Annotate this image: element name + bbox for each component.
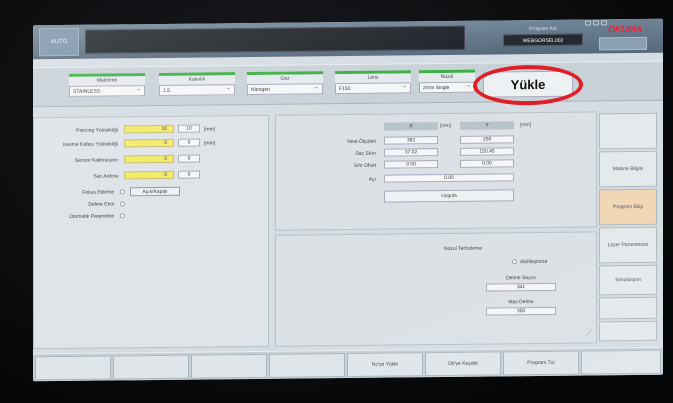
status-panel	[599, 36, 647, 51]
param-label: Sensor Kalibrasyon	[74, 157, 118, 164]
y-value[interactable]: 258	[460, 135, 514, 144]
field-value[interactable]: Nitrogen	[247, 83, 323, 96]
row-label: Sıfır Ofset	[353, 162, 376, 169]
nozzle-select[interactable]: Nozul 2mm Single	[419, 69, 475, 94]
param-row: Sensor Kalibrasyon 0 0	[34, 154, 270, 166]
y-column-header: Y	[460, 121, 514, 130]
y-value[interactable]: 0.00	[460, 159, 514, 168]
param-sub-value[interactable]: 10	[178, 124, 200, 133]
sheet-zero-row: Sac Sıfırı 37.02 150.45	[276, 146, 598, 159]
param-unit: [mm]	[204, 126, 216, 133]
side-menu-laser-params[interactable]: Lazer Parametresi	[599, 226, 657, 264]
auto-param-row: Otomatik Parametre	[34, 210, 270, 222]
param-label: Piercing Yüksekliği	[76, 127, 118, 134]
program-hold-button[interactable]: Program Tut	[503, 350, 579, 376]
param-row: Sac Ardına 0 0	[34, 170, 270, 182]
activate-radio[interactable]	[512, 259, 517, 265]
param-main-value[interactable]: 0	[124, 154, 174, 164]
param-main-value[interactable]: 0	[124, 138, 174, 148]
focus-row: Fokus Ekleme Açık/Kapalı	[34, 186, 270, 198]
softkey[interactable]	[269, 353, 345, 378]
material-config-strip: Malzeme STAINLESS Kalınlık 1.5 Gaz Nitro…	[33, 60, 663, 108]
side-menu: Makine Bilgisi Program Bilgi Lazer Param…	[599, 111, 663, 344]
highlight-ring	[473, 64, 583, 106]
max-pierce-label: Max Delme	[508, 299, 534, 306]
param-unit: [mm]	[204, 140, 216, 147]
hmi-screen: AUTO Program Adı WEBGORSEL002 OKUMA Malz…	[33, 18, 663, 382]
focus-toggle-button[interactable]: Açık/Kapalı	[130, 186, 180, 197]
pierce-count-value: 341	[486, 282, 556, 292]
apply-button[interactable]: Uygula	[384, 189, 514, 203]
param-sub-value[interactable]: 0	[178, 154, 200, 163]
softkey[interactable]	[581, 349, 661, 375]
x-value[interactable]: 362	[384, 136, 438, 145]
nest-size-row: Nest Ölçüleri 362 258	[276, 134, 598, 147]
side-menu-item[interactable]	[599, 296, 657, 320]
load-to-nc-button[interactable]: Nc'ye Yükle	[347, 352, 423, 378]
x-value[interactable]: 37.02	[384, 148, 438, 157]
param-label: Sac Ardına	[93, 173, 118, 180]
mode-button[interactable]: AUTO	[39, 27, 79, 57]
gas-select[interactable]: Gaz Nitrogen	[247, 71, 323, 96]
sheet-position-panel: X [mm] Y [mm] Nest Ölçüleri 362 258 Sac …	[275, 111, 598, 231]
side-menu-item[interactable]	[599, 112, 657, 150]
angle-value[interactable]: 0.00	[384, 173, 514, 183]
x-value[interactable]: 0.00	[384, 160, 438, 169]
activate-label: Aktifleştirme	[520, 258, 548, 266]
field-value[interactable]: STAINLESS	[69, 85, 145, 97]
delme-label: Delme Ekol	[88, 201, 114, 208]
param-main-value[interactable]: 0	[124, 170, 174, 180]
y-value[interactable]: 150.45	[460, 147, 514, 156]
softkey[interactable]	[113, 354, 189, 380]
param-main-value[interactable]: 16	[124, 124, 174, 134]
lens-select[interactable]: Lens F150	[335, 70, 411, 95]
save-to-db-button[interactable]: Db'ye Kaydet	[425, 351, 501, 377]
param-row: Kesme Kafası Yüksekliği 0 0 [mm]	[34, 138, 270, 150]
max-pierce-value[interactable]: 350	[486, 306, 556, 316]
program-name-value: WEBGORSEL002	[503, 33, 583, 47]
auto-param-radio[interactable]	[120, 213, 125, 219]
top-bar: AUTO Program Adı WEBGORSEL002 OKUMA	[33, 18, 663, 60]
y-unit-label: [mm]	[520, 122, 532, 129]
field-value[interactable]: F150	[335, 82, 411, 95]
row-label: Nest Ölçüleri	[347, 138, 376, 146]
softkey[interactable]	[35, 355, 111, 381]
param-row: Piercing Yüksekliği 16 10 [mm]	[34, 124, 270, 136]
focus-radio[interactable]	[120, 189, 125, 195]
param-label: Kesme Kafası Yüksekliği	[63, 141, 118, 148]
delme-radio[interactable]	[120, 201, 125, 207]
delme-row: Delme Ekol	[34, 198, 270, 210]
pierce-count-label: Delme Sayısı	[506, 275, 536, 282]
side-menu-item[interactable]	[599, 320, 657, 342]
zero-offset-row: Sıfır Ofset 0.00 0.00	[276, 158, 598, 171]
row-label: Sac Sıfırı	[355, 150, 376, 157]
x-column-header: X	[384, 122, 438, 131]
softkey[interactable]	[191, 353, 267, 379]
cutting-parameters-panel: Piercing Yüksekliği 16 10 [mm] Kesme Kaf…	[33, 114, 270, 350]
param-sub-value[interactable]: 0	[178, 170, 200, 179]
auto-param-label: Otomatik Parametre	[69, 213, 114, 220]
message-bar	[85, 25, 465, 54]
side-menu-program-info[interactable]: Program Bilgi	[599, 188, 657, 226]
x-unit-label: [mm]	[440, 122, 452, 130]
field-value[interactable]: 1.5	[159, 84, 235, 96]
thickness-select[interactable]: Kalınlık 1.5	[159, 72, 235, 96]
field-value[interactable]: 2mm Single	[419, 81, 475, 94]
nozzle-cleaning-panel: Nozul Temizleme Aktifleştirme Delme Sayı…	[275, 231, 597, 347]
side-menu-machine-info[interactable]: Makine Bilgisi	[599, 150, 657, 188]
program-name-box: Program Adı WEBGORSEL002	[503, 24, 583, 49]
nozzle-cleaning-title: Nozul Temizleme	[444, 245, 482, 252]
focus-label: Fokus Ekleme	[82, 189, 114, 196]
param-sub-value[interactable]: 0	[178, 138, 200, 147]
angle-label: Açı	[368, 176, 376, 183]
resize-grip-icon[interactable]: ⟋	[586, 328, 592, 338]
brand-logo: OKUMA	[608, 23, 642, 35]
side-menu-simulation[interactable]: Simulasyon	[599, 264, 657, 296]
angle-row: Açı 0.00	[276, 172, 598, 185]
material-select[interactable]: Malzeme STAINLESS	[69, 73, 145, 97]
